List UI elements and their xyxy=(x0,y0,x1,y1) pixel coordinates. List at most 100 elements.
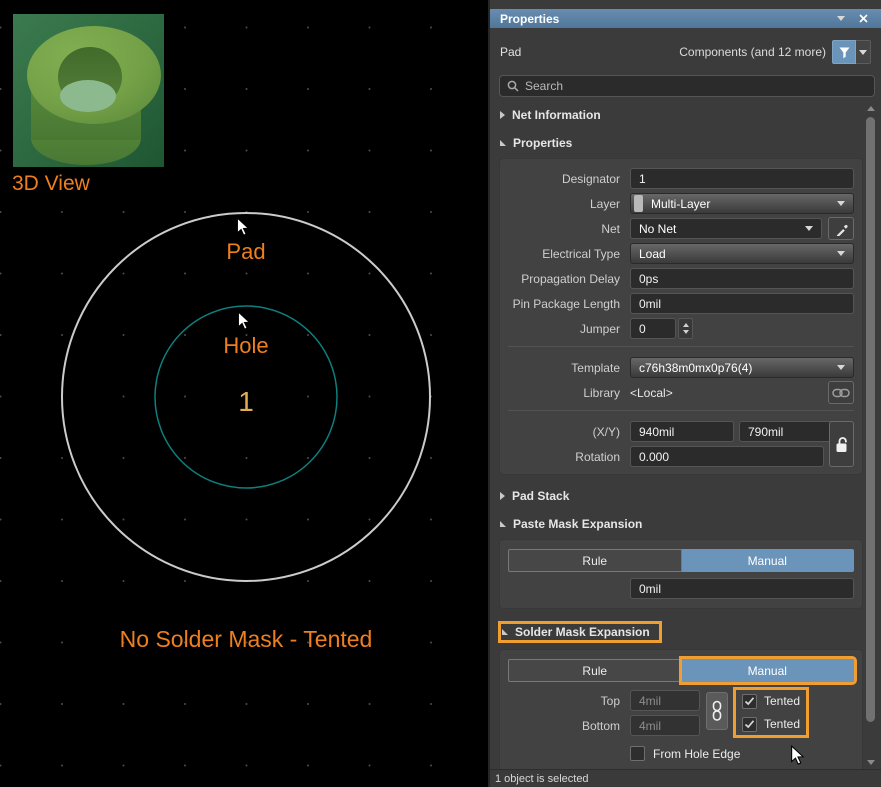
section-solder-mask-expansion[interactable]: Solder Mask Expansion xyxy=(490,615,868,647)
expanded-triangle-icon xyxy=(500,521,506,527)
link-top-bottom-button[interactable] xyxy=(706,692,728,730)
status-bar: 1 object is selected xyxy=(490,769,881,787)
designator-field[interactable] xyxy=(630,168,854,189)
designator-label: Designator xyxy=(508,172,620,186)
panel-menu-chevron-icon[interactable] xyxy=(833,12,849,26)
rotation-field[interactable] xyxy=(630,446,824,467)
filter-dropdown-button[interactable] xyxy=(856,40,871,64)
chevron-down-icon xyxy=(805,226,813,231)
electrical-type-dropdown[interactable]: Load xyxy=(630,243,854,264)
filter-icon[interactable] xyxy=(832,40,856,64)
propagation-delay-field[interactable] xyxy=(630,268,854,289)
vertical-link-icon xyxy=(712,700,722,722)
scroll-up-icon[interactable] xyxy=(867,106,875,111)
net-eyedropper-button[interactable] xyxy=(828,217,854,240)
close-icon[interactable] xyxy=(855,12,871,26)
link-icon xyxy=(832,387,850,399)
view3d-label: 3D View xyxy=(12,172,90,196)
from-hole-edge-checkbox[interactable]: From Hole Edge xyxy=(630,746,854,761)
panel-header-row: Pad Components (and 12 more) xyxy=(490,38,881,66)
solder-mask-bottom-field[interactable] xyxy=(630,715,700,736)
hole-label: Hole xyxy=(223,333,268,359)
properties-group: Designator Layer Multi-Layer Net No Net xyxy=(499,158,863,475)
step-down-icon[interactable] xyxy=(683,330,689,334)
section-pad-stack[interactable]: Pad Stack xyxy=(490,481,868,509)
paste-mask-group: Rule Manual xyxy=(499,539,863,609)
jumper-label: Jumper xyxy=(508,322,620,336)
solder-mask-top-field[interactable] xyxy=(630,690,700,711)
pad-label: Pad xyxy=(226,239,265,265)
library-link-button[interactable] xyxy=(828,381,854,404)
divider xyxy=(508,410,854,411)
search-input[interactable] xyxy=(525,79,867,93)
section-net-information[interactable]: Net Information xyxy=(490,100,868,128)
panel-titlebar[interactable]: Properties xyxy=(490,9,881,28)
chevron-down-icon xyxy=(837,251,845,256)
pad-3d-torus xyxy=(13,14,164,167)
layer-color-swatch xyxy=(634,195,643,212)
pin-package-length-field[interactable] xyxy=(630,293,854,314)
checkbox-checked-icon[interactable] xyxy=(742,694,757,709)
electrical-type-label: Electrical Type xyxy=(508,247,620,261)
solder-mask-header-highlight: Solder Mask Expansion xyxy=(500,623,660,641)
library-label: Library xyxy=(508,386,620,400)
unlock-icon xyxy=(834,436,849,453)
tented-bottom-checkbox[interactable]: Tented xyxy=(742,715,800,733)
layer-dropdown[interactable]: Multi-Layer xyxy=(630,193,854,214)
collapsed-triangle-icon xyxy=(500,111,505,119)
panel-title: Properties xyxy=(500,12,827,26)
pin-package-length-label: Pin Package Length xyxy=(508,297,620,311)
cursor-arrow-icon xyxy=(237,311,251,331)
search-icon xyxy=(507,80,519,92)
selected-object-type: Pad xyxy=(500,45,679,59)
pcb-canvas[interactable]: 3D View Pad Hole 1 No Solder Mask - Tent… xyxy=(0,0,488,787)
pad-designator-label: 1 xyxy=(238,386,254,418)
net-label: Net xyxy=(508,222,620,236)
step-up-icon[interactable] xyxy=(683,323,689,327)
chevron-down-icon xyxy=(837,201,845,206)
jumper-field[interactable] xyxy=(630,318,676,339)
top-label: Top xyxy=(508,694,620,708)
location-lock-button[interactable] xyxy=(829,421,854,467)
y-field[interactable] xyxy=(739,421,843,442)
search-box[interactable] xyxy=(499,75,875,97)
checkbox-checked-icon[interactable] xyxy=(742,717,757,732)
eyedropper-icon xyxy=(834,222,848,236)
pad-3d-preview xyxy=(13,14,164,167)
rotation-label: Rotation xyxy=(508,450,620,464)
solder-mask-caption: No Solder Mask - Tented xyxy=(120,626,373,653)
x-field[interactable] xyxy=(630,421,734,442)
template-label: Template xyxy=(508,361,620,375)
collapsed-triangle-icon xyxy=(500,492,505,500)
solder-mask-manual-button[interactable]: Manual xyxy=(682,659,855,682)
scope-label: Components (and 12 more) xyxy=(679,45,826,59)
propagation-delay-label: Propagation Delay xyxy=(508,272,620,286)
layer-label: Layer xyxy=(508,197,620,211)
properties-panel: Properties Pad Components (and 12 more) xyxy=(488,0,881,787)
cursor-arrow-icon xyxy=(236,217,250,237)
checkbox-unchecked-icon[interactable] xyxy=(630,746,645,761)
solder-mask-rule-button[interactable]: Rule xyxy=(508,659,682,682)
tented-top-checkbox[interactable]: Tented xyxy=(742,692,800,710)
divider xyxy=(508,346,854,347)
net-dropdown[interactable]: No Net xyxy=(630,218,822,239)
cursor-arrow-icon xyxy=(790,745,805,766)
section-paste-mask-expansion[interactable]: Paste Mask Expansion xyxy=(490,509,868,537)
altium-pcb-editor: 3D View Pad Hole 1 No Solder Mask - Tent… xyxy=(0,0,881,787)
chevron-down-icon xyxy=(837,365,845,370)
status-text: 1 object is selected xyxy=(495,773,589,785)
library-value: <Local> xyxy=(630,386,822,400)
section-properties[interactable]: Properties xyxy=(490,128,868,156)
paste-mask-rule-button[interactable]: Rule xyxy=(508,549,682,572)
template-dropdown[interactable]: c76h38m0mx0p76(4) xyxy=(630,357,854,378)
expanded-triangle-icon xyxy=(500,140,506,146)
solder-mask-group: Rule Manual Top Bottom xyxy=(499,649,863,773)
jumper-stepper[interactable] xyxy=(678,318,693,339)
scrollbar-thumb[interactable] xyxy=(866,117,875,722)
panel-scrollbar[interactable] xyxy=(864,104,878,767)
xy-label: (X/Y) xyxy=(508,425,620,439)
paste-mask-value-field[interactable] xyxy=(630,578,854,599)
paste-mask-manual-button[interactable]: Manual xyxy=(682,549,855,572)
tented-checkbox-group: Tented Tented xyxy=(736,690,806,735)
scroll-down-icon[interactable] xyxy=(867,760,875,765)
